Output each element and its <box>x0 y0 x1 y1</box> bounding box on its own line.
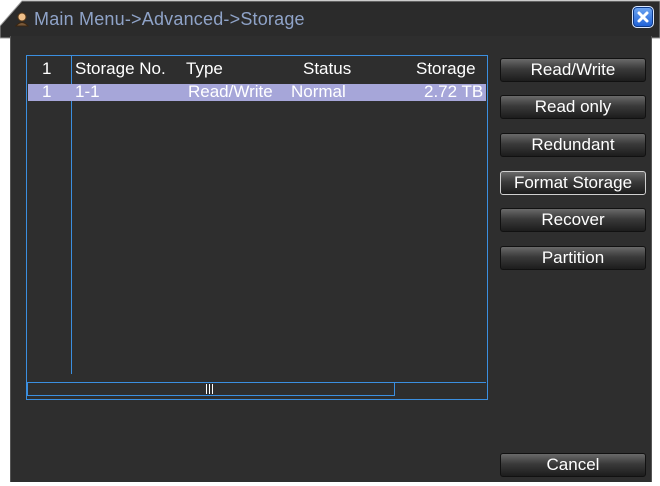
row-storage: 2.72 TB <box>424 82 484 101</box>
format-storage-button[interactable]: Format Storage <box>500 171 646 195</box>
close-button[interactable] <box>632 6 654 28</box>
recover-button[interactable]: Recover <box>500 208 646 232</box>
header-index: 1 <box>42 59 52 78</box>
header-status: Status <box>303 59 352 78</box>
storage-window: Main Menu->Advanced->Storage 1 Storage N… <box>0 0 660 486</box>
grip-icon <box>206 384 214 394</box>
cancel-button[interactable]: Cancel <box>500 453 646 477</box>
header-type: Type <box>186 59 223 78</box>
header-storage: Storage <box>416 59 476 78</box>
redundant-button[interactable]: Redundant <box>500 133 646 157</box>
storage-table[interactable]: 1 Storage No. Type Status Storage 1 1-1 … <box>26 55 488 400</box>
column-divider <box>71 56 72 374</box>
partition-button[interactable]: Partition <box>500 246 646 270</box>
scrollbar-thumb[interactable] <box>27 382 395 396</box>
close-icon <box>637 11 649 23</box>
user-icon <box>14 11 30 27</box>
header-storage-no: Storage No. <box>75 59 166 78</box>
row-storage-no: 1-1 <box>75 82 100 101</box>
row-status: Normal <box>291 82 346 101</box>
window-title: Main Menu->Advanced->Storage <box>34 9 305 29</box>
row-index: 1 <box>42 82 52 101</box>
read-only-button[interactable]: Read only <box>500 95 646 119</box>
read-write-button[interactable]: Read/Write <box>500 58 646 82</box>
row-type: Read/Write <box>188 82 273 101</box>
